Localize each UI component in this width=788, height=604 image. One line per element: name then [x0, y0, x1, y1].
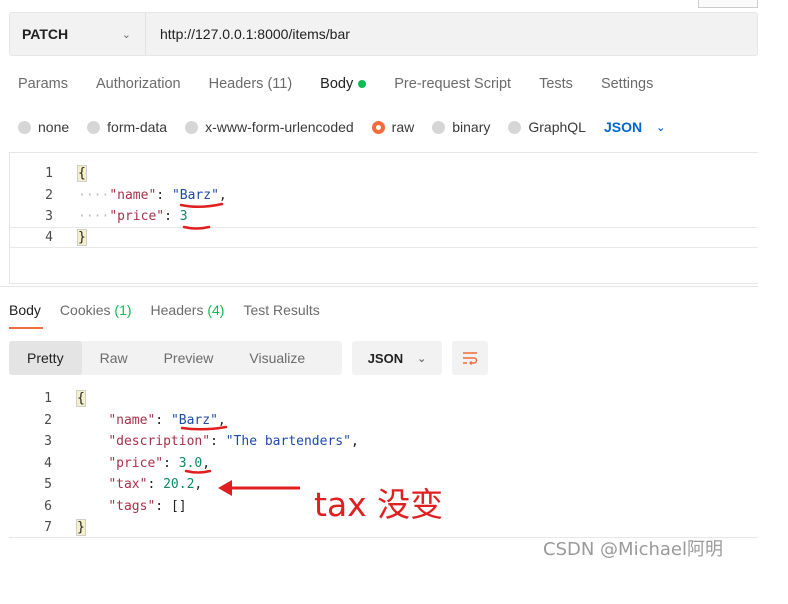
underline-mark: [182, 225, 211, 230]
arrow-head-icon: [218, 480, 232, 496]
underline-mark: [179, 202, 224, 208]
annotation-text: tax 没变: [314, 485, 444, 524]
underline-mark: [180, 425, 228, 431]
underline-mark: [184, 469, 212, 474]
watermark: CSDN @Michael阿明: [543, 539, 723, 560]
